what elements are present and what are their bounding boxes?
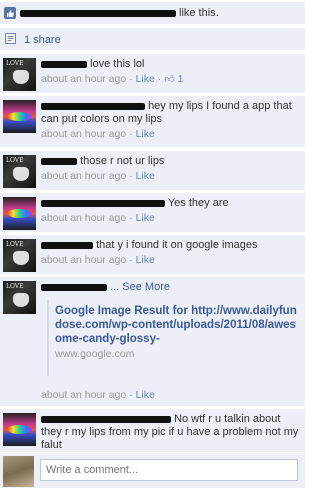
commenter-name-redacted[interactable] [41,241,93,249]
commenter-name-redacted[interactable] [41,157,77,165]
comment-text: love this lol [90,58,145,70]
avatar[interactable] [3,100,36,133]
comment-timestamp[interactable]: about an hour ago [41,128,126,140]
commenter-name-redacted[interactable] [41,199,165,207]
comment-composer [0,452,305,488]
like-button[interactable]: Like [136,389,155,401]
like-button[interactable]: Like [136,254,155,266]
avatar[interactable]: LOVE [3,58,36,91]
comment-meta: about an hour ago · Like [41,128,155,140]
share-icon [5,33,16,44]
link-preview-domain[interactable]: www.google.com [55,348,297,360]
link-preview[interactable]: Google Image Result for http://www.daily… [47,300,297,376]
share-count-link[interactable]: 1 share [24,34,61,46]
like-button[interactable]: Like [136,73,155,85]
comment-timestamp[interactable]: about an hour ago [41,170,126,182]
commenter-name-redacted[interactable] [41,415,171,423]
comment: Yes they are about an hour ago · Like [0,192,305,232]
like-thumb-icon [4,7,16,19]
comment-timestamp[interactable]: about an hour ago [41,389,126,401]
avatar[interactable]: LOVE [3,239,36,272]
comment-timestamp[interactable]: about an hour ago [41,73,126,85]
avatar[interactable]: LOVE [3,155,36,188]
like-button[interactable]: Like [136,212,155,224]
comment-text: those r not ur lips [80,155,165,167]
comment-input[interactable] [40,459,298,481]
likes-row: like this. [0,2,305,24]
link-preview-title[interactable]: Google Image Result for http://www.daily… [55,300,297,346]
comment: hey my lips I found a app that can put c… [0,95,305,147]
comment: No wtf r u talkin about they r my lips f… [0,408,305,452]
comment-meta: about an hour ago · Like [41,254,155,266]
comment: LOVE those r not ur lips about an hour a… [0,150,305,190]
like-button[interactable]: Like [136,128,155,140]
comment: LOVE that y i found it on google images … [0,234,305,274]
avatar[interactable]: LOVE [3,281,36,314]
comment-meta: about an hour ago · Like · 👍︎ 1 [41,73,184,86]
commenter-name-redacted[interactable] [41,102,145,110]
commenter-name-redacted[interactable] [41,60,87,68]
likes-text: like this. [179,7,219,19]
like-button[interactable]: Like [136,170,155,182]
comment: LOVE love this lol about an hour ago · L… [0,53,305,93]
like-count[interactable]: 1 [178,73,184,85]
comment-meta: about an hour ago · Like [41,170,155,182]
comment-timestamp[interactable]: about an hour ago [41,254,126,266]
thumbs-up-icon[interactable]: 👍︎ [164,73,174,86]
commenter-name-redacted[interactable] [41,283,107,291]
comment-meta: about an hour ago · Like [41,389,155,401]
comment-timestamp[interactable]: about an hour ago [41,212,126,224]
comment-text: Yes they are [167,197,229,209]
avatar[interactable] [3,413,36,446]
share-row: 1 share [0,27,305,50]
composer-avatar [3,456,34,487]
likers-names-redacted[interactable] [20,10,176,17]
comment-text: that y i found it on google images [96,239,258,251]
comment: LOVE ... See More Google Image Result fo… [0,276,305,406]
see-more-link[interactable]: ... See More [110,281,170,293]
avatar[interactable] [3,197,36,230]
comment-meta: about an hour ago · Like [41,212,155,224]
comment-thread: like this. 1 share LOVE love this lol ab… [0,0,305,488]
